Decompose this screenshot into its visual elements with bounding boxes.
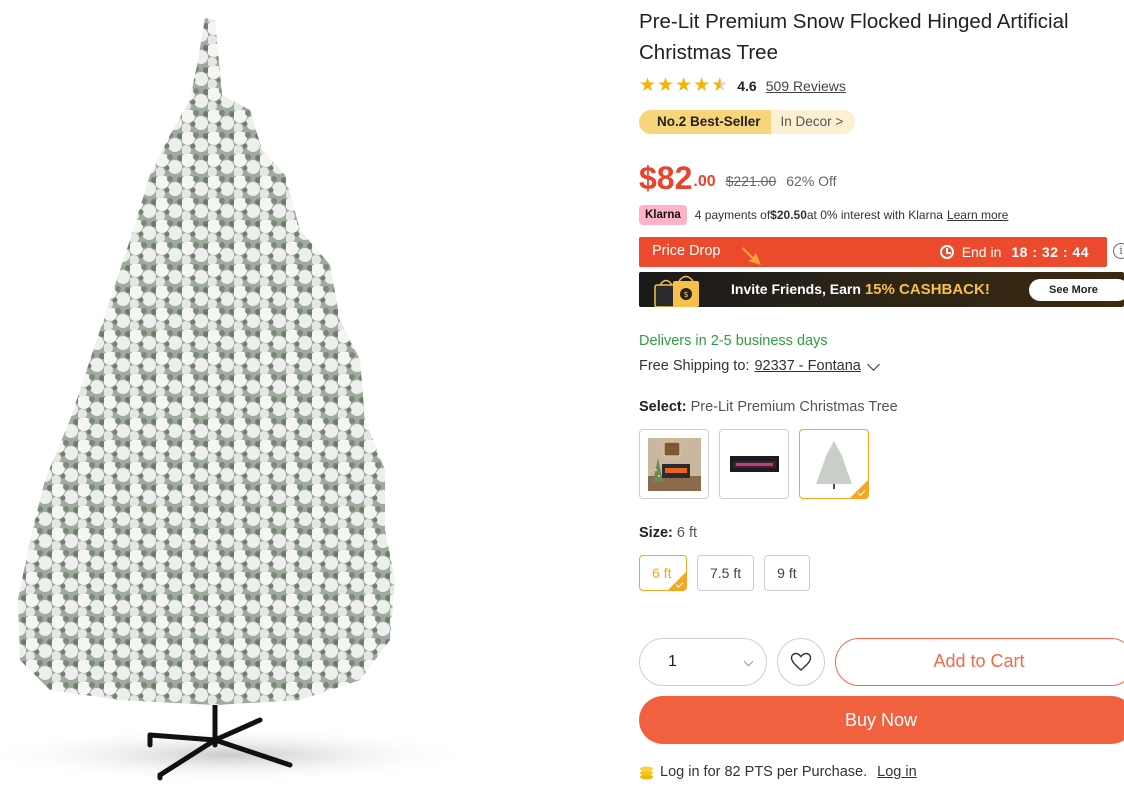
select-label: Select: — [639, 399, 687, 415]
coins-icon — [640, 766, 653, 780]
variant-option-christmas-tree[interactable] — [799, 429, 869, 499]
size-value: 6 ft — [676, 525, 698, 541]
size-option-label: 9 ft — [777, 565, 797, 581]
klarna-suffix: at 0% interest with Klarna — [806, 208, 943, 222]
see-more-button[interactable]: See More — [1029, 279, 1124, 301]
living-room-thumbnail — [648, 438, 701, 491]
klarna-row: Klarna 4 payments of $20.50 at 0% intere… — [639, 205, 1008, 225]
best-seller-badge: No.2 Best-Seller In Decor > — [639, 110, 856, 134]
variant-options — [639, 429, 869, 499]
original-price: $221.00 — [725, 173, 777, 189]
delivery-estimate: Delivers in 2-5 business days — [639, 333, 828, 349]
shipping-location-link[interactable]: 92337 - Fontana — [754, 358, 860, 374]
size-label: Size: — [639, 525, 673, 541]
size-options: 6 ft 7.5 ft 9 ft — [639, 555, 810, 591]
best-seller-category-link[interactable]: In Decor > — [770, 110, 856, 134]
countdown-time: 18 : 32 : 44 — [1011, 244, 1089, 260]
klarna-prefix: 4 payments of — [694, 208, 771, 222]
price-drop-banner: Price Drop End in 18 : 32 : 44 — [639, 237, 1107, 267]
christmas-tree-image — [0, 18, 480, 783]
variant-option-electric-fireplace[interactable] — [719, 429, 789, 499]
size-option-6ft[interactable]: 6 ft — [639, 555, 687, 591]
star-icon: ★ — [657, 75, 675, 96]
down-arrow-icon — [742, 247, 761, 265]
star-icon: ★ — [693, 75, 711, 96]
discount-percent: 62% Off — [786, 173, 837, 189]
heart-icon — [790, 652, 812, 671]
shipping-prefix: Free Shipping to: — [639, 358, 750, 374]
quantity-select[interactable]: 1 — [639, 638, 767, 686]
shopping-bags-icon: $ — [654, 275, 699, 307]
reviews-link[interactable]: 509 Reviews — [766, 78, 846, 94]
klarna-amount: $20.50 — [770, 208, 807, 222]
sale-price-cents: .00 — [693, 173, 716, 190]
buy-now-button[interactable]: Buy Now — [639, 696, 1124, 744]
half-star-icon: ★ — [711, 75, 729, 96]
login-link[interactable]: Log in — [877, 764, 917, 780]
star-rating: ★ ★ ★ ★ ★ — [639, 76, 728, 96]
size-option-label: 7.5 ft — [710, 565, 742, 581]
add-to-cart-button[interactable]: Add to Cart — [835, 638, 1124, 686]
variant-option-living-room-tree[interactable] — [639, 429, 709, 499]
countdown-label: End in — [961, 244, 1002, 260]
points-row: Log in for 82 PTS per Purchase. Log in — [639, 764, 917, 780]
sale-price: $82 — [639, 160, 693, 196]
cashback-prefix: Invite Friends, Earn — [731, 281, 865, 297]
select-value: Pre-Lit Premium Christmas Tree — [690, 399, 898, 415]
size-label-row: Size: 6 ft — [639, 525, 697, 541]
chevron-down-icon[interactable] — [866, 357, 880, 371]
points-text: Log in for 82 PTS per Purchase. — [660, 764, 868, 780]
klarna-learn-more-link[interactable]: Learn more — [947, 208, 1008, 222]
best-seller-rank: No.2 Best-Seller — [639, 110, 771, 134]
countdown-timer: End in 18 : 32 : 44 — [939, 244, 1089, 260]
wishlist-button[interactable] — [777, 638, 825, 686]
product-info-panel: Pre-Lit Premium Snow Flocked Hinged Arti… — [639, 0, 1124, 793]
cashback-highlight: 15% CASHBACK! — [864, 281, 990, 298]
star-icon: ★ — [675, 75, 693, 96]
svg-text:$: $ — [683, 290, 688, 299]
rating-value: 4.6 — [737, 78, 757, 94]
chevron-down-icon — [743, 656, 754, 667]
price-row: $82 .00 $221.00 62% Off — [639, 156, 837, 196]
product-title: Pre-Lit Premium Snow Flocked Hinged Arti… — [639, 10, 1069, 64]
variant-select-label: Select: Pre-Lit Premium Christmas Tree — [639, 399, 898, 415]
shipping-row: Free Shipping to: 92337 - Fontana — [639, 357, 880, 374]
cashback-text: Invite Friends, Earn 15% CASHBACK! — [731, 281, 990, 298]
price-drop-label: Price Drop — [652, 243, 721, 259]
star-icon: ★ — [639, 75, 657, 96]
rating-row: ★ ★ ★ ★ ★ 4.6 509 Reviews — [639, 76, 846, 96]
fireplace-thumbnail — [728, 438, 781, 491]
cashback-banner[interactable]: $ Invite Friends, Earn 15% CASHBACK! See… — [639, 272, 1124, 307]
size-option-9ft[interactable]: 9 ft — [764, 555, 810, 591]
product-image[interactable] — [0, 0, 520, 793]
quantity-value: 1 — [668, 653, 677, 670]
size-option-7-5ft[interactable]: 7.5 ft — [697, 555, 755, 591]
klarna-logo: Klarna — [639, 205, 687, 225]
info-icon[interactable]: i — [1113, 243, 1124, 259]
clock-icon — [939, 245, 954, 259]
